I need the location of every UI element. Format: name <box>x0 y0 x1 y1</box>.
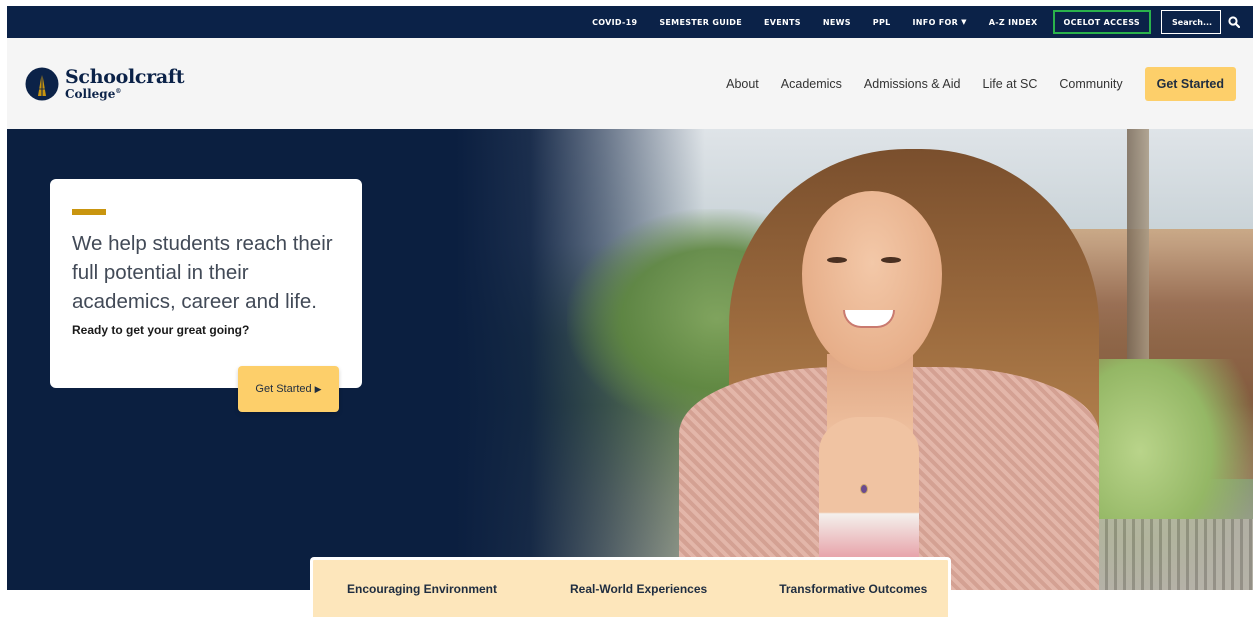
photo-tree-trunk <box>1127 129 1149 359</box>
hero-card: We help students reach their full potent… <box>50 179 362 388</box>
util-link-events[interactable]: EVENTS <box>753 6 812 38</box>
nav-life-at-sc[interactable]: Life at SC <box>983 77 1038 91</box>
nav-academics[interactable]: Academics <box>781 77 842 91</box>
util-link-covid[interactable]: COVID-19 <box>581 6 648 38</box>
get-started-hero-button[interactable]: Get Started ▶ <box>238 366 339 412</box>
get-started-header-button[interactable]: Get Started <box>1144 66 1236 101</box>
hero-subheading: Ready to get your great going? <box>72 323 250 337</box>
photo-student-face <box>802 191 942 371</box>
logo-line-1: Schoolcraft <box>65 65 185 88</box>
main-header: Schoolcraft College® About Academics Adm… <box>7 38 1253 129</box>
feature-transformative-outcomes[interactable]: Transformative Outcomes <box>779 582 927 596</box>
feature-encouraging-environment[interactable]: Encouraging Environment <box>347 582 497 596</box>
photo-student-pendant <box>860 484 868 494</box>
feature-real-world-experiences[interactable]: Real-World Experiences <box>570 582 707 596</box>
utility-nav: COVID-19 SEMESTER GUIDE EVENTS NEWS PPL … <box>581 6 1157 38</box>
caret-down-icon: ▼ <box>961 18 967 26</box>
logo-line-2: College® <box>65 88 184 100</box>
nav-admissions-aid[interactable]: Admissions & Aid <box>864 77 961 91</box>
utility-bar: COVID-19 SEMESTER GUIDE EVENTS NEWS PPL … <box>7 6 1253 38</box>
get-started-hero-label: Get Started <box>255 383 312 395</box>
main-nav: About Academics Admissions & Aid Life at… <box>704 66 1236 101</box>
util-link-az-index[interactable]: A-Z INDEX <box>978 6 1049 38</box>
logo-wordmark: Schoolcraft College® <box>65 65 185 100</box>
registered-mark: ® <box>115 87 122 95</box>
triangle-right-icon: ▶ <box>314 383 322 394</box>
util-link-semester-guide[interactable]: SEMESTER GUIDE <box>648 6 753 38</box>
search-input[interactable] <box>1161 10 1221 34</box>
photo-student-eye-left <box>827 257 847 263</box>
logo[interactable]: Schoolcraft College® <box>25 65 185 101</box>
hero-heading: We help students reach their full potent… <box>72 232 333 313</box>
info-for-label: INFO FOR <box>912 17 959 27</box>
logo-line-2-text: College <box>65 86 116 101</box>
accent-bar <box>72 209 106 215</box>
nav-about[interactable]: About <box>726 77 759 91</box>
hero-section: We help students reach their full potent… <box>7 129 1253 590</box>
util-link-ocelot-access[interactable]: OCELOT ACCESS <box>1052 10 1151 34</box>
magnifier-icon <box>1228 16 1240 28</box>
util-link-info-for[interactable]: INFO FOR ▼ <box>902 6 978 38</box>
photo-bench <box>1087 519 1253 590</box>
util-link-ppl[interactable]: PPL <box>862 6 902 38</box>
search-button[interactable] <box>1221 10 1247 34</box>
logo-spire-icon <box>25 67 59 100</box>
nav-community[interactable]: Community <box>1059 77 1122 91</box>
util-link-news[interactable]: NEWS <box>812 6 862 38</box>
photo-student-eye-right <box>881 257 901 263</box>
feature-band: Encouraging Environment Real-World Exper… <box>310 557 951 617</box>
